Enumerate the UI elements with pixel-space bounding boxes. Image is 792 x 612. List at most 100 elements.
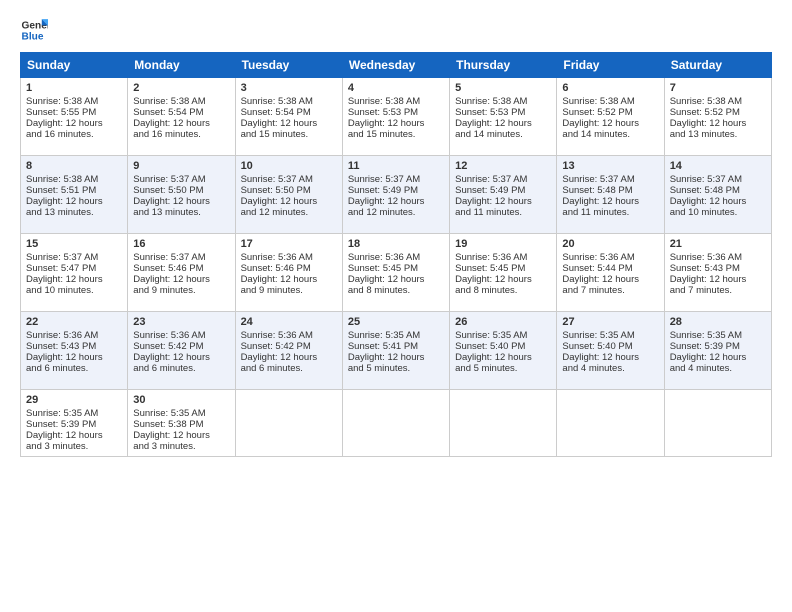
day-info: Daylight: 12 hours <box>455 274 551 285</box>
day-info: Sunrise: 5:37 AM <box>133 252 229 263</box>
calendar-cell: 3Sunrise: 5:38 AMSunset: 5:54 PMDaylight… <box>235 78 342 156</box>
day-info: Sunrise: 5:35 AM <box>26 408 122 419</box>
day-info: Sunset: 5:52 PM <box>562 107 658 118</box>
calendar-cell: 24Sunrise: 5:36 AMSunset: 5:42 PMDayligh… <box>235 312 342 390</box>
day-info: and 6 minutes. <box>241 363 337 374</box>
day-info: Daylight: 12 hours <box>348 196 444 207</box>
day-info: Sunrise: 5:37 AM <box>670 174 766 185</box>
calendar-cell: 1Sunrise: 5:38 AMSunset: 5:55 PMDaylight… <box>21 78 128 156</box>
calendar-cell: 19Sunrise: 5:36 AMSunset: 5:45 PMDayligh… <box>450 234 557 312</box>
calendar-cell: 9Sunrise: 5:37 AMSunset: 5:50 PMDaylight… <box>128 156 235 234</box>
calendar-cell: 28Sunrise: 5:35 AMSunset: 5:39 PMDayligh… <box>664 312 771 390</box>
day-info: Sunset: 5:48 PM <box>670 185 766 196</box>
calendar-cell: 17Sunrise: 5:36 AMSunset: 5:46 PMDayligh… <box>235 234 342 312</box>
day-info: Sunset: 5:40 PM <box>455 341 551 352</box>
calendar-week-3: 15Sunrise: 5:37 AMSunset: 5:47 PMDayligh… <box>21 234 772 312</box>
day-info: Sunset: 5:46 PM <box>133 263 229 274</box>
day-info: Sunset: 5:42 PM <box>241 341 337 352</box>
day-info: and 16 minutes. <box>133 129 229 140</box>
day-number: 24 <box>241 316 337 328</box>
day-number: 28 <box>670 316 766 328</box>
day-number: 18 <box>348 238 444 250</box>
day-number: 20 <box>562 238 658 250</box>
day-number: 15 <box>26 238 122 250</box>
day-info: and 15 minutes. <box>241 129 337 140</box>
day-info: Sunrise: 5:38 AM <box>241 96 337 107</box>
day-info: and 16 minutes. <box>26 129 122 140</box>
day-info: and 9 minutes. <box>241 285 337 296</box>
day-header-friday: Friday <box>557 53 664 78</box>
calendar-cell: 25Sunrise: 5:35 AMSunset: 5:41 PMDayligh… <box>342 312 449 390</box>
header: General Blue <box>20 16 772 44</box>
day-info: Sunrise: 5:38 AM <box>348 96 444 107</box>
day-info: Daylight: 12 hours <box>26 196 122 207</box>
day-info: Sunrise: 5:37 AM <box>562 174 658 185</box>
logo-icon: General Blue <box>20 16 48 44</box>
calendar-cell: 8Sunrise: 5:38 AMSunset: 5:51 PMDaylight… <box>21 156 128 234</box>
day-info: and 14 minutes. <box>455 129 551 140</box>
day-info: Sunset: 5:53 PM <box>348 107 444 118</box>
calendar-cell <box>450 390 557 457</box>
day-info: Sunrise: 5:37 AM <box>348 174 444 185</box>
day-info: and 3 minutes. <box>26 441 122 452</box>
day-number: 22 <box>26 316 122 328</box>
calendar-week-5: 29 Sunrise: 5:35 AMSunset: 5:39 PMDayligh… <box>21 390 772 457</box>
day-info: and 12 minutes. <box>348 207 444 218</box>
day-number: 12 <box>455 160 551 172</box>
day-number: 7 <box>670 82 766 94</box>
day-number: 11 <box>348 160 444 172</box>
day-info: Sunset: 5:43 PM <box>26 341 122 352</box>
day-info: Sunset: 5:46 PM <box>241 263 337 274</box>
day-number: 30 <box>133 394 229 406</box>
day-info: Daylight: 12 hours <box>455 118 551 129</box>
day-info: Daylight: 12 hours <box>26 430 122 441</box>
day-info: Sunset: 5:45 PM <box>348 263 444 274</box>
day-info: Sunrise: 5:38 AM <box>26 96 122 107</box>
day-info: Sunrise: 5:36 AM <box>348 252 444 263</box>
day-info: and 4 minutes. <box>670 363 766 374</box>
day-info: and 15 minutes. <box>348 129 444 140</box>
day-info: Sunset: 5:47 PM <box>26 263 122 274</box>
day-number: 17 <box>241 238 337 250</box>
day-number: 29 <box>26 394 122 406</box>
calendar-cell: 20Sunrise: 5:36 AMSunset: 5:44 PMDayligh… <box>557 234 664 312</box>
day-info: Sunset: 5:38 PM <box>133 419 229 430</box>
day-number: 23 <box>133 316 229 328</box>
day-info: Sunrise: 5:36 AM <box>241 252 337 263</box>
day-info: Sunset: 5:54 PM <box>133 107 229 118</box>
day-info: Sunrise: 5:37 AM <box>241 174 337 185</box>
day-info: and 8 minutes. <box>348 285 444 296</box>
day-info: Daylight: 12 hours <box>562 274 658 285</box>
calendar-cell <box>557 390 664 457</box>
day-info: Daylight: 12 hours <box>133 274 229 285</box>
calendar-cell: 7Sunrise: 5:38 AMSunset: 5:52 PMDaylight… <box>664 78 771 156</box>
calendar-cell: 10Sunrise: 5:37 AMSunset: 5:50 PMDayligh… <box>235 156 342 234</box>
day-header-monday: Monday <box>128 53 235 78</box>
day-info: and 8 minutes. <box>455 285 551 296</box>
day-number: 4 <box>348 82 444 94</box>
day-info: Daylight: 12 hours <box>455 196 551 207</box>
day-info: Sunrise: 5:37 AM <box>26 252 122 263</box>
day-number: 26 <box>455 316 551 328</box>
calendar-cell: 13Sunrise: 5:37 AMSunset: 5:48 PMDayligh… <box>557 156 664 234</box>
day-info: Daylight: 12 hours <box>26 352 122 363</box>
day-info: and 3 minutes. <box>133 441 229 452</box>
day-info: and 12 minutes. <box>241 207 337 218</box>
day-info: Daylight: 12 hours <box>670 352 766 363</box>
day-info: Sunrise: 5:38 AM <box>133 96 229 107</box>
calendar-cell: 14Sunrise: 5:37 AMSunset: 5:48 PMDayligh… <box>664 156 771 234</box>
day-info: and 13 minutes. <box>670 129 766 140</box>
day-info: and 4 minutes. <box>562 363 658 374</box>
day-header-sunday: Sunday <box>21 53 128 78</box>
day-info: Daylight: 12 hours <box>670 196 766 207</box>
day-info: Sunset: 5:51 PM <box>26 185 122 196</box>
day-info: Sunrise: 5:36 AM <box>133 330 229 341</box>
day-info: and 5 minutes. <box>455 363 551 374</box>
day-info: and 9 minutes. <box>133 285 229 296</box>
day-info: and 10 minutes. <box>26 285 122 296</box>
day-info: Sunset: 5:41 PM <box>348 341 444 352</box>
day-info: Sunset: 5:39 PM <box>26 419 122 430</box>
day-info: Sunset: 5:50 PM <box>241 185 337 196</box>
day-info: Daylight: 12 hours <box>562 196 658 207</box>
day-info: Sunrise: 5:36 AM <box>562 252 658 263</box>
